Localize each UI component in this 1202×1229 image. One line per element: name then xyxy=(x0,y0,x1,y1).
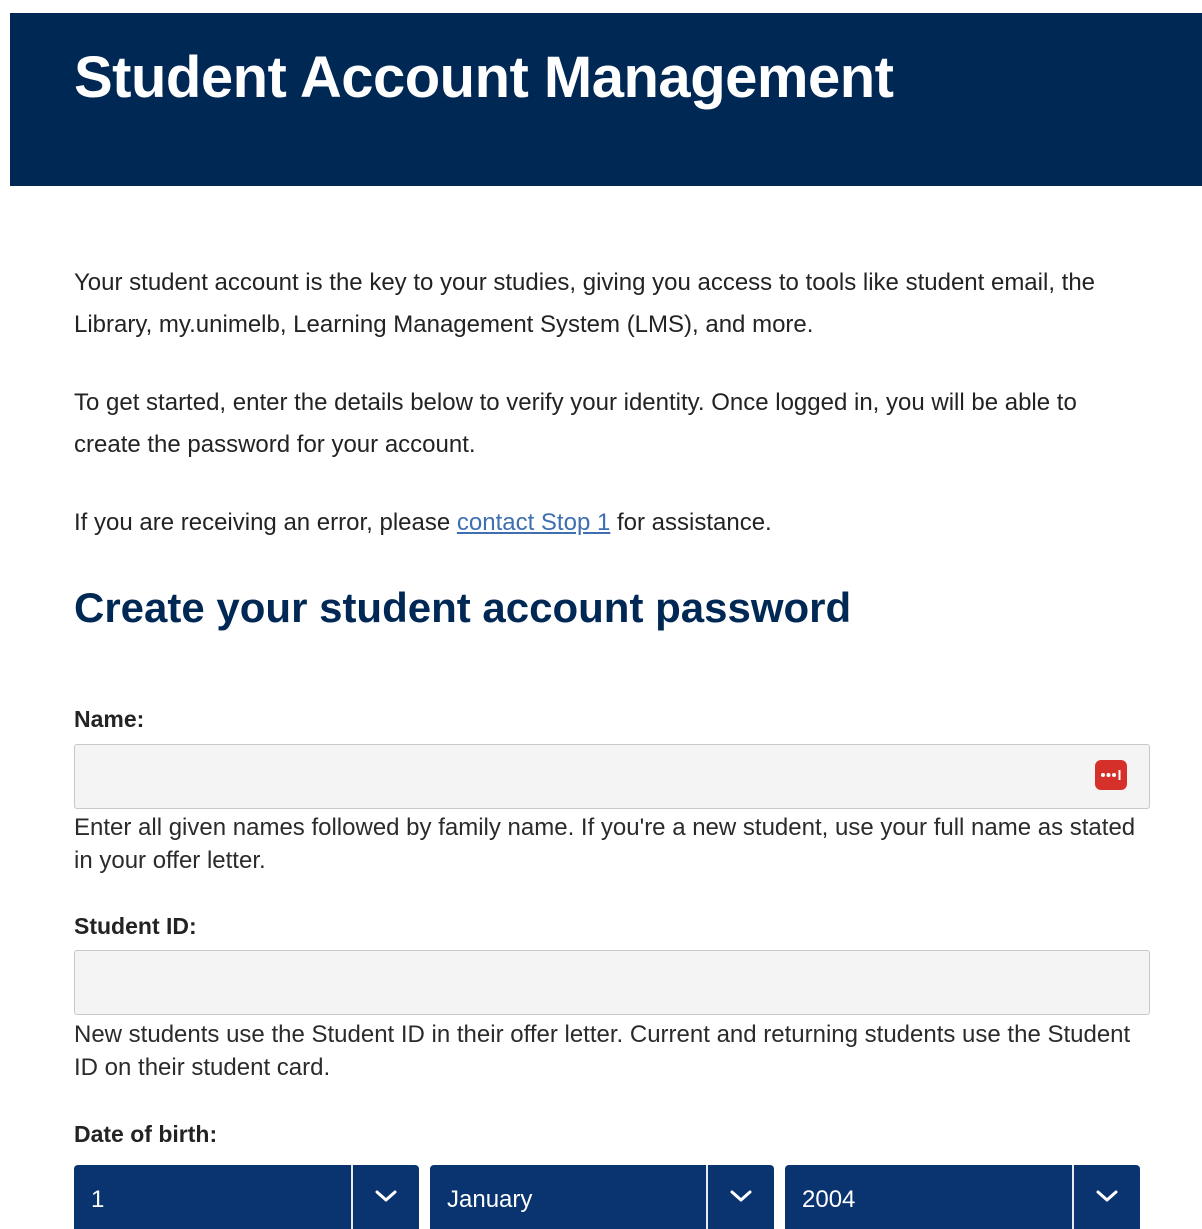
name-label: Name: xyxy=(74,706,145,732)
dob-year-value: 2004 xyxy=(802,1186,856,1213)
chevron-down-icon xyxy=(730,1190,752,1202)
dob-label: Date of birth: xyxy=(74,1121,218,1147)
password-dots-icon xyxy=(1101,770,1121,780)
select-divider xyxy=(706,1165,708,1229)
name-help-text: Enter all given names followed by family… xyxy=(74,814,1136,874)
error-help-paragraph: If you are receiving an error, please co… xyxy=(74,502,1144,544)
dob-month-value: January xyxy=(447,1186,533,1213)
contact-stop1-link[interactable]: contact Stop 1 xyxy=(457,509,610,536)
intro-paragraph: Your student account is the key to your … xyxy=(74,269,1096,338)
chevron-down-icon xyxy=(375,1190,397,1202)
form-title: Create your student account password xyxy=(74,584,852,631)
instructions-paragraph: To get started, enter the details below … xyxy=(74,389,1077,458)
dob-day-value: 1 xyxy=(91,1186,105,1213)
student-id-help-text: New students use the Student ID in their… xyxy=(74,1021,1131,1081)
page-header: Student Account Management xyxy=(10,13,1202,186)
error-help-text-end: for assistance. xyxy=(610,509,772,536)
select-divider xyxy=(1072,1165,1074,1229)
page: Student Account Management Your student … xyxy=(0,0,1202,1229)
name-input[interactable] xyxy=(74,744,1150,809)
select-divider xyxy=(351,1165,353,1229)
header-title: Student Account Management xyxy=(74,45,894,110)
dob-day-select[interactable]: 1 xyxy=(74,1165,419,1229)
chevron-down-icon xyxy=(1096,1190,1118,1202)
dob-month-select[interactable]: January xyxy=(430,1165,774,1229)
dob-year-select[interactable]: 2004 xyxy=(785,1165,1140,1229)
password-manager-icon[interactable] xyxy=(1095,760,1127,790)
student-id-label: Student ID: xyxy=(74,913,197,939)
error-help-text-start: If you are receiving an error, please xyxy=(74,509,457,536)
student-id-input[interactable] xyxy=(74,950,1150,1015)
